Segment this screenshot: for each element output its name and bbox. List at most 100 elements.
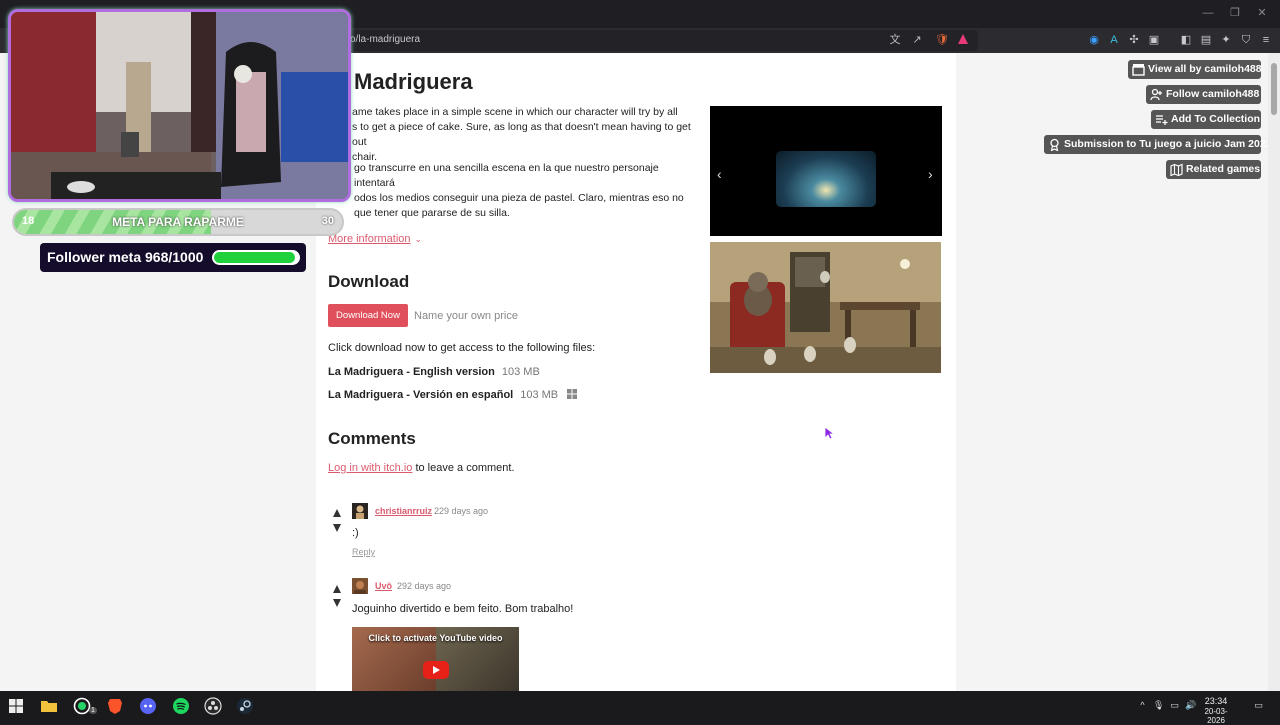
- clock-date[interactable]: 20-03-2026: [1196, 707, 1236, 725]
- wallet-icon[interactable]: ▤: [1199, 33, 1213, 47]
- brave-browser-icon[interactable]: [106, 697, 124, 715]
- minimize-icon[interactable]: —: [1201, 6, 1215, 20]
- url-text[interactable]: o/la-madriguera: [350, 34, 420, 45]
- downvote-icon[interactable]: [332, 520, 342, 532]
- description-line: odos los medios conseguir una pieza de p…: [354, 192, 684, 204]
- microphone-icon[interactable]: 🎙: [1153, 700, 1164, 711]
- puzzle-icon[interactable]: ✣: [1127, 33, 1141, 47]
- description-en: ame takes place in a simple scene in whi…: [328, 105, 700, 165]
- brave-rewards-icon[interactable]: [956, 33, 970, 47]
- tabs-icon[interactable]: ▣: [1147, 33, 1161, 47]
- follower-goal: Follower meta 968/1000: [40, 243, 306, 272]
- goal-max-value: 30: [321, 215, 334, 227]
- add-list-icon: [1156, 115, 1168, 125]
- mouse-cursor-icon: [824, 426, 836, 440]
- price-text: Name your own price: [414, 310, 518, 322]
- avatar[interactable]: [352, 578, 368, 594]
- more-information-link[interactable]: More information ⌄: [328, 233, 422, 245]
- description-line: go transcurre en una sencilla escena en …: [354, 162, 659, 189]
- view-all-button[interactable]: View all by camiloh488: [1128, 60, 1262, 79]
- youtube-embed[interactable]: Click to activate YouTube video: [352, 627, 519, 691]
- goal-label: META PARA RAPARME: [112, 215, 244, 229]
- follow-button[interactable]: Follow camiloh488: [1146, 85, 1261, 104]
- follower-progress-track: [212, 250, 300, 265]
- translate-icon[interactable]: 文: [888, 33, 902, 47]
- description-line: que tener que pararse de su silla.: [354, 207, 510, 219]
- chevron-right-icon[interactable]: ›: [928, 166, 933, 182]
- windows-icon: [567, 389, 578, 399]
- game-page-content: Madriguera ame takes place in a simple s…: [316, 53, 956, 691]
- screenshot-video-thumbnail[interactable]: [776, 151, 876, 207]
- comment-author[interactable]: christianrruiz: [375, 506, 432, 516]
- related-games-label[interactable]: Related games: [1186, 163, 1260, 175]
- download-now-button[interactable]: Download Now: [328, 304, 408, 327]
- file-size: 103 MB: [501, 366, 540, 378]
- obs-icon[interactable]: [204, 697, 222, 715]
- address-bar[interactable]: o/la-madriguera 文 ↗ 🛡: [330, 30, 978, 51]
- description-line: ame takes place in a simple scene in whi…: [352, 106, 678, 118]
- login-link[interactable]: Log in with itch.io: [328, 462, 412, 474]
- reply-link[interactable]: Reply: [352, 547, 375, 557]
- translate-extension-icon[interactable]: A: [1107, 33, 1121, 47]
- jam-submission-label[interactable]: Submission to Tu juego a juicio Jam 2021: [1064, 138, 1268, 150]
- map-icon: [1170, 163, 1183, 176]
- more-information-label[interactable]: More information: [328, 233, 411, 245]
- notification-icon[interactable]: ▭: [1253, 700, 1264, 711]
- user-add-icon: [1150, 88, 1162, 101]
- spotify-icon[interactable]: [172, 697, 190, 715]
- speech-extension-icon[interactable]: ◉: [1087, 33, 1101, 47]
- comment-body: :): [352, 527, 359, 539]
- comment-time[interactable]: 229 days ago: [434, 506, 488, 516]
- comment-time[interactable]: 292 days ago: [397, 581, 451, 591]
- clock-time[interactable]: 23:34: [1196, 696, 1236, 706]
- screenshot-carousel[interactable]: ‹ ›: [710, 106, 942, 236]
- add-to-collection-label[interactable]: Add To Collection: [1171, 113, 1260, 125]
- comment-body: Joguinho divertido e bem feito. Bom trab…: [352, 603, 574, 615]
- discord-icon[interactable]: [139, 697, 157, 715]
- sidebar-toggle-icon[interactable]: ◧: [1179, 33, 1193, 47]
- network-icon[interactable]: ▭: [1169, 700, 1180, 711]
- right-gutter: View all by camiloh488 Follow camiloh488…: [956, 53, 1268, 691]
- whatsapp-icon[interactable]: [73, 697, 91, 715]
- chevron-up-icon[interactable]: ^: [1137, 700, 1148, 711]
- file-row: La Madriguera - Versión en español 103 MB: [328, 389, 578, 401]
- game-screenshot[interactable]: [710, 242, 941, 373]
- close-icon[interactable]: ✕: [1255, 6, 1269, 20]
- add-to-collection-button[interactable]: Add To Collection: [1151, 110, 1261, 129]
- login-suffix: to leave a comment.: [412, 462, 515, 474]
- play-icon[interactable]: [423, 661, 449, 679]
- youtube-activate-text: Click to activate YouTube video: [368, 633, 503, 643]
- upvote-icon[interactable]: [332, 505, 342, 517]
- description-es: go transcurre en una sencilla escena en …: [328, 161, 700, 221]
- steam-icon[interactable]: [236, 697, 254, 715]
- share-icon[interactable]: ↗: [910, 33, 924, 47]
- avatar[interactable]: [352, 503, 368, 519]
- follower-progress-fill: [214, 252, 296, 263]
- follower-goal-text: Follower meta 968/1000: [47, 249, 204, 265]
- comments-heading: Comments: [328, 429, 416, 448]
- comment-author[interactable]: Uvô: [375, 581, 392, 591]
- taskbar: 1 ^ 🎙 ▭ 🔊 23:34 20-03-2026 ▭: [0, 691, 1280, 725]
- menu-icon[interactable]: ≡: [1259, 33, 1273, 47]
- file-row: La Madriguera - English version 103 MB: [328, 366, 540, 378]
- upvote-icon[interactable]: [332, 581, 342, 593]
- files-intro: Click download now to get access to the …: [328, 342, 596, 354]
- chevron-left-icon[interactable]: ‹: [717, 166, 722, 182]
- leo-ai-icon[interactable]: ✦: [1219, 33, 1233, 47]
- vpn-icon[interactable]: ⛉: [1239, 33, 1253, 47]
- page-title: Madriguera: [354, 69, 473, 94]
- maximize-icon[interactable]: ❐: [1228, 6, 1242, 20]
- brave-shields-icon[interactable]: 🛡: [935, 33, 949, 47]
- file-size: 103 MB: [520, 389, 559, 401]
- view-all-label[interactable]: View all by camiloh488: [1148, 63, 1262, 75]
- related-games-button[interactable]: Related games: [1166, 160, 1261, 179]
- follow-label[interactable]: Follow camiloh488: [1166, 88, 1259, 100]
- file-explorer-icon[interactable]: [40, 697, 58, 715]
- jam-submission-button[interactable]: Submission to Tu juego a juicio Jam 2021: [1044, 135, 1268, 154]
- downvote-icon[interactable]: [332, 595, 342, 607]
- windows-start-icon[interactable]: [7, 697, 25, 715]
- download-heading: Download: [328, 272, 410, 291]
- page-scrollbar[interactable]: [1268, 53, 1280, 691]
- volume-icon[interactable]: 🔊: [1185, 700, 1196, 711]
- scrollbar-thumb[interactable]: [1271, 63, 1277, 115]
